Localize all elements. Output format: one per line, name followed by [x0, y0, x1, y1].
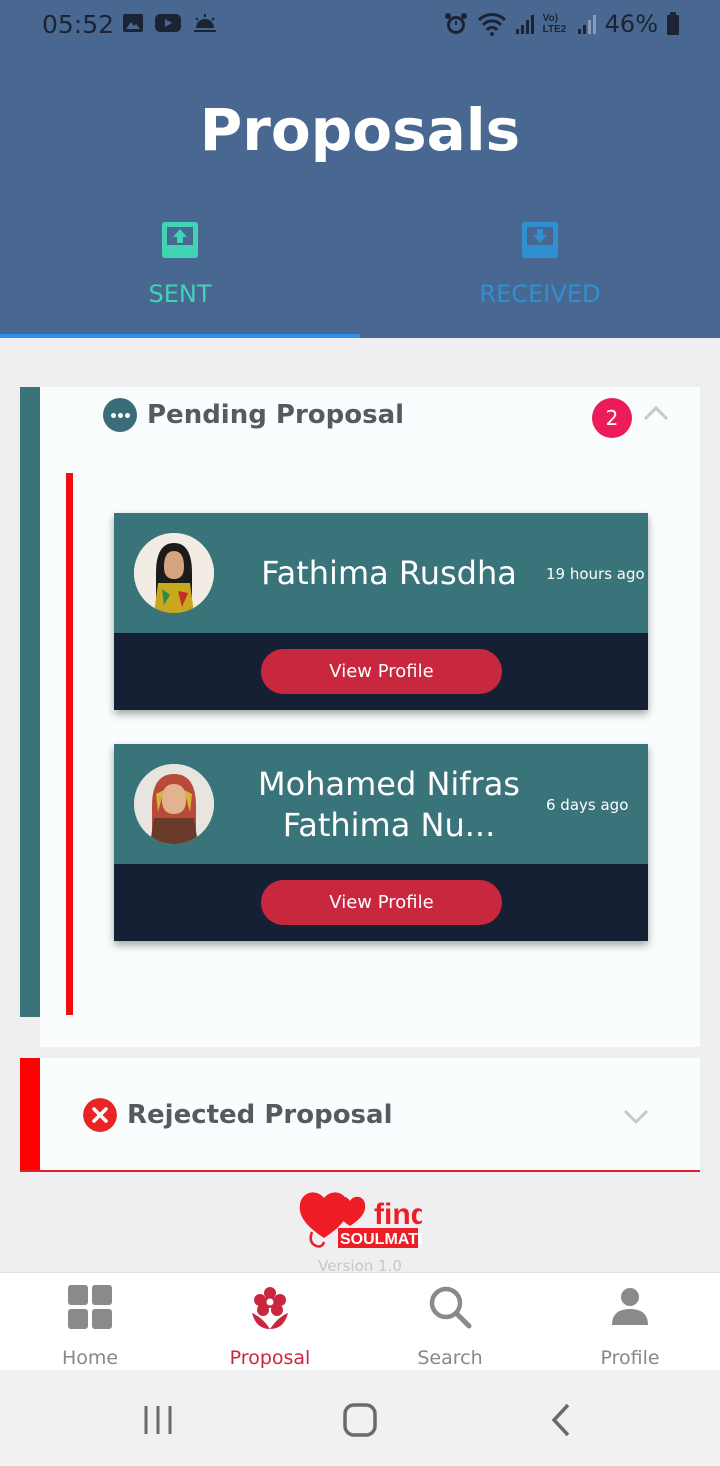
- proposal-card: Fathima Rusdha 19 hours ago View Profile: [114, 513, 648, 710]
- pending-title[interactable]: Pending Proposal: [147, 400, 404, 430]
- chevron-up-icon[interactable]: [642, 403, 670, 423]
- person-icon: [612, 1288, 648, 1325]
- search-icon: [429, 1286, 472, 1329]
- battery-percent: 46%: [604, 10, 658, 38]
- avatar-image: [134, 764, 214, 844]
- more-icon: [103, 398, 137, 432]
- proposal-time: 19 hours ago: [546, 565, 645, 583]
- nav-label: Search: [417, 1347, 483, 1369]
- nav-label: Home: [61, 1347, 119, 1369]
- nav-label: Proposal: [229, 1347, 311, 1369]
- nav-search[interactable]: Search: [360, 1273, 540, 1371]
- alarm-icon: [444, 13, 467, 34]
- rejected-section[interactable]: Rejected Proposal: [20, 1058, 700, 1172]
- recent-apps-icon[interactable]: [140, 1400, 180, 1440]
- timeline-line: [66, 473, 73, 1015]
- proposal-name: Mohamed Nifras Fathima Nu...: [258, 765, 520, 844]
- app-logo: find SOULMATE: [298, 1186, 429, 1252]
- app-header: 05:52 Vo) LTE2 46% Proposals SENT RECEIV…: [0, 0, 720, 338]
- tab-received[interactable]: RECEIVED: [360, 218, 720, 338]
- weather-icon: [194, 14, 216, 32]
- view-profile-button[interactable]: View Profile: [261, 880, 502, 925]
- heart-logo-icon: find SOULMATE: [299, 1192, 429, 1248]
- download-tray-icon: [522, 222, 558, 258]
- avatar[interactable]: [134, 533, 214, 613]
- network-label: Vo) LTE2: [542, 13, 567, 35]
- avatar[interactable]: [134, 764, 214, 844]
- close-icon: [83, 1098, 117, 1132]
- youtube-icon: [155, 14, 181, 32]
- rejected-title: Rejected Proposal: [127, 1100, 393, 1130]
- proposal-card: Mohamed Nifras Fathima Nu... 6 days ago …: [114, 744, 648, 941]
- system-nav-bar: [0, 1370, 720, 1466]
- avatar-image: [134, 533, 214, 613]
- tab-indicator: [0, 334, 360, 338]
- chevron-down-icon[interactable]: [622, 1106, 650, 1126]
- tab-label: RECEIVED: [479, 280, 601, 308]
- view-profile-button[interactable]: View Profile: [261, 649, 502, 694]
- status-time: 05:52: [42, 10, 115, 39]
- battery-icon: [667, 12, 679, 35]
- nav-proposal[interactable]: Proposal: [180, 1273, 360, 1371]
- wifi-icon: [477, 13, 506, 36]
- grid-icon: [68, 1285, 112, 1329]
- signal-icon: [577, 15, 596, 34]
- tab-label: SENT: [148, 280, 212, 308]
- nav-profile[interactable]: Profile: [540, 1273, 720, 1371]
- logo-brand-text: SOULMATE: [340, 1231, 422, 1248]
- proposal-name: Fathima Rusdha: [261, 554, 517, 592]
- section-stripe: [20, 387, 40, 1017]
- bottom-nav: Home Proposal Search Profile: [0, 1272, 720, 1370]
- upload-tray-icon: [162, 222, 198, 258]
- count-badge: 2: [592, 398, 632, 438]
- status-bar: 05:52 Vo) LTE2 46%: [0, 0, 720, 50]
- section-stripe: [20, 1058, 40, 1170]
- nav-home[interactable]: Home: [0, 1273, 180, 1371]
- tab-sent[interactable]: SENT: [0, 218, 360, 338]
- back-icon[interactable]: [542, 1400, 582, 1440]
- pending-section: Pending Proposal 2 Fathima Rusdha 19 hou…: [20, 387, 700, 1047]
- page-title: Proposals: [199, 96, 521, 164]
- signal-icon: [515, 15, 534, 34]
- home-button-icon[interactable]: [340, 1400, 380, 1440]
- flower-icon: [252, 1287, 288, 1329]
- gallery-icon: [123, 14, 143, 32]
- logo-find-text: find: [374, 1198, 422, 1231]
- proposal-time: 6 days ago: [546, 796, 629, 814]
- pending-panel: Pending Proposal 2 Fathima Rusdha 19 hou…: [40, 387, 700, 1047]
- nav-label: Profile: [600, 1347, 660, 1369]
